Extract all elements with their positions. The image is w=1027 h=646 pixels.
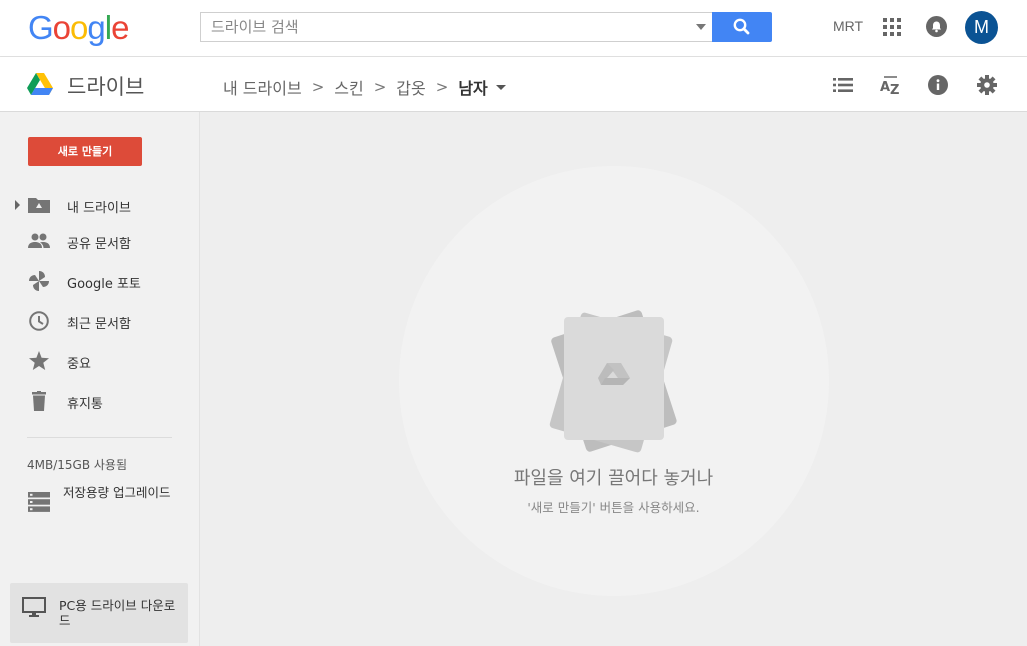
drive-toolbar: 드라이브 내 드라이브 > 스킨 > 갑옷 > 남자 A Z <box>0 57 1027 112</box>
logo-letter: e <box>111 9 129 46</box>
account-name-label[interactable]: MRT <box>833 18 863 34</box>
list-view-icon <box>833 78 853 92</box>
logo-letter: o <box>70 9 88 46</box>
new-button[interactable]: 새로 만들기 <box>28 137 142 166</box>
pc-drive-download-label: PC용 드라이브 다운로드 <box>59 598 176 628</box>
upgrade-storage-link[interactable]: 저장용량 업그레이드 <box>0 484 200 524</box>
shared-people-icon <box>28 233 50 248</box>
logo-letter: G <box>28 9 54 46</box>
account-avatar[interactable]: M <box>965 11 998 44</box>
breadcrumb-item[interactable]: 스킨 <box>334 75 363 99</box>
sidebar-item-label: 최근 문서함 <box>67 317 131 332</box>
sort-az-icon: A Z <box>880 76 899 98</box>
bell-icon <box>932 21 941 33</box>
empty-folder-illustration-icon <box>549 310 677 453</box>
top-bar: Google MRT M <box>0 0 1027 57</box>
logo-letter: o <box>52 9 71 46</box>
trash-icon <box>32 391 46 411</box>
info-button[interactable] <box>928 75 948 95</box>
sidebar-item-label: Google 포토 <box>67 277 141 292</box>
svg-text:A: A <box>880 80 890 95</box>
breadcrumb-separator: > <box>435 78 449 96</box>
sidebar-item-trash[interactable]: 휴지통 <box>0 383 200 419</box>
sidebar-item-recent[interactable]: 최근 문서함 <box>0 303 200 339</box>
sidebar-item-label: 중요 <box>67 357 91 372</box>
breadcrumb-item[interactable]: 갑옷 <box>396 75 425 99</box>
empty-state-subtitle: '새로 만들기' 버튼을 사용하세요. <box>527 500 700 515</box>
svg-text:Z: Z <box>890 83 899 95</box>
sidebar-item-my-drive[interactable]: 내 드라이브 <box>0 187 200 223</box>
monitor-icon <box>22 597 46 617</box>
google-logo[interactable]: Google <box>28 9 129 46</box>
storage-usage-text: 4MB/15GB 사용됨 <box>27 458 127 472</box>
upgrade-storage-label: 저장용량 업그레이드 <box>63 485 171 500</box>
file-list-area[interactable]: 파일을 여기 끌어다 놓거나 '새로 만들기' 버튼을 사용하세요. <box>200 112 1027 646</box>
breadcrumb-separator: > <box>373 78 387 96</box>
search-button[interactable] <box>712 12 772 42</box>
search-options-dropdown-icon[interactable] <box>696 24 706 30</box>
my-drive-folder-icon <box>28 198 50 213</box>
star-icon <box>29 351 49 370</box>
settings-icon <box>977 75 997 95</box>
folder-menu-dropdown-icon[interactable] <box>495 84 506 90</box>
sort-button[interactable]: A Z <box>880 75 900 98</box>
sidebar: 새로 만들기 내 드라이브 공유 문서함 Google 포토 최근 문서함 중요… <box>0 112 200 646</box>
notifications-button[interactable] <box>926 16 947 37</box>
sidebar-item-shared[interactable]: 공유 문서함 <box>0 223 200 259</box>
info-icon <box>928 75 948 95</box>
empty-state-title: 파일을 여기 끌어다 놓거나 <box>513 468 714 489</box>
breadcrumb-item[interactable]: 내 드라이브 <box>223 75 302 99</box>
sidebar-item-label: 휴지통 <box>67 397 103 412</box>
breadcrumb-separator: > <box>311 78 325 96</box>
expand-caret-icon[interactable] <box>15 200 20 210</box>
breadcrumb-current-folder[interactable]: 남자 <box>458 75 487 99</box>
drive-logo-icon <box>27 73 53 95</box>
search-box[interactable] <box>200 12 712 42</box>
apps-grid-icon[interactable] <box>883 18 901 36</box>
list-view-button[interactable] <box>833 75 853 95</box>
sidebar-item-google-photos[interactable]: Google 포토 <box>0 263 200 299</box>
breadcrumb: 내 드라이브 > 스킨 > 갑옷 > 남자 <box>223 75 506 99</box>
clock-icon <box>29 311 49 331</box>
search-icon <box>733 18 750 35</box>
pc-drive-download-button[interactable]: PC용 드라이브 다운로드 <box>10 583 188 643</box>
sidebar-item-starred[interactable]: 중요 <box>0 343 200 379</box>
search-input[interactable] <box>201 13 691 41</box>
app-title[interactable]: 드라이브 <box>67 71 144 101</box>
sidebar-divider <box>27 437 172 438</box>
logo-letter: g <box>87 9 105 46</box>
settings-button[interactable] <box>977 75 997 95</box>
sidebar-item-label: 공유 문서함 <box>67 237 131 252</box>
sidebar-item-label: 내 드라이브 <box>67 201 131 216</box>
photos-pinwheel-icon <box>29 271 49 291</box>
storage-server-icon <box>28 492 50 512</box>
